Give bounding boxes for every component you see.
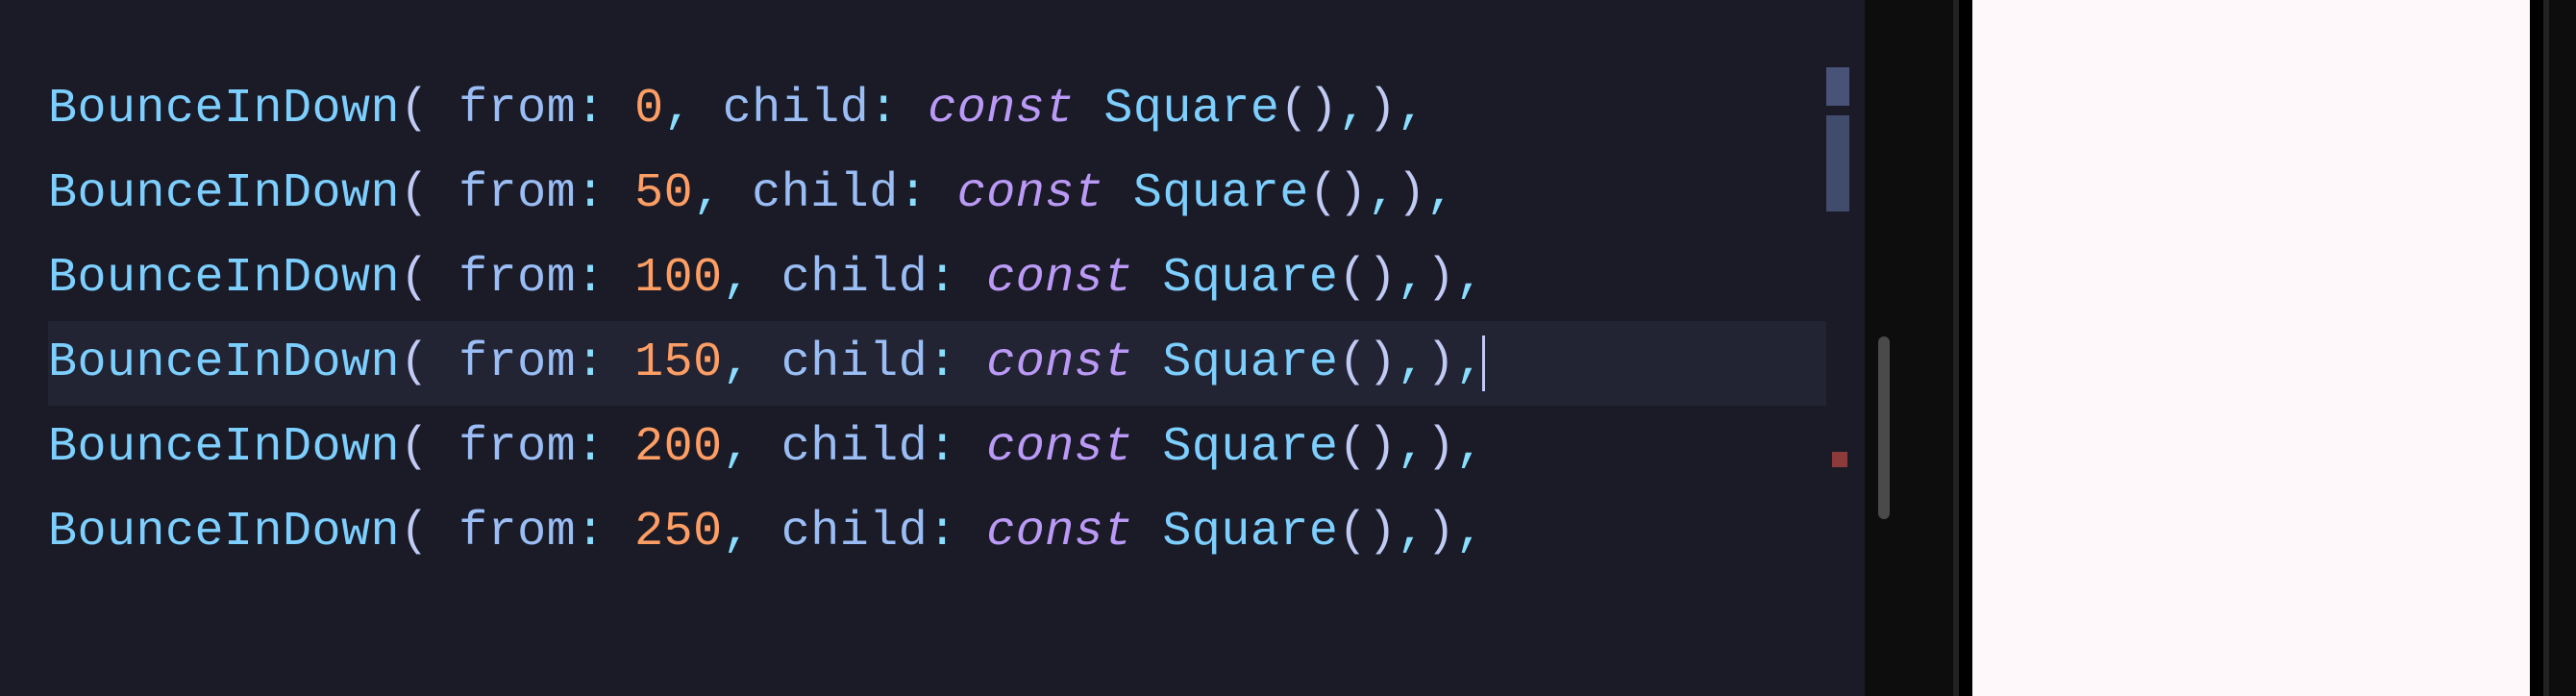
- code-line-active: BounceInDown( from: 150, child: const Sq…: [48, 321, 1865, 406]
- param-child: child: [781, 251, 929, 306]
- child-type: Square: [1133, 166, 1309, 221]
- from-value: 250: [634, 505, 723, 559]
- const-keyword: const: [957, 166, 1104, 221]
- param-child: child: [781, 420, 929, 475]
- from-value: 50: [634, 166, 693, 221]
- text-cursor: [1482, 336, 1485, 391]
- class-name: BounceInDown: [48, 336, 400, 390]
- child-type: Square: [1162, 251, 1338, 306]
- child-type: Square: [1162, 505, 1338, 559]
- from-value: 200: [634, 420, 723, 475]
- const-keyword: const: [986, 505, 1133, 559]
- param-from: from: [458, 420, 576, 475]
- param-child: child: [781, 505, 929, 559]
- minimap-content-indicator: [1826, 115, 1849, 211]
- class-name: BounceInDown: [48, 82, 400, 137]
- code-line: BounceInDown( from: 200, child: const Sq…: [48, 406, 1865, 490]
- class-name: BounceInDown: [48, 420, 400, 475]
- device-preview-pane: [1926, 0, 2576, 696]
- from-value: 150: [634, 336, 723, 390]
- code-line: BounceInDown( from: 100, child: const Sq…: [48, 236, 1865, 321]
- editor-gutter: [1853, 0, 1865, 696]
- param-child: child: [723, 82, 870, 137]
- from-value: 0: [634, 82, 664, 137]
- child-type: Square: [1162, 420, 1338, 475]
- scrollbar-thumb[interactable]: [1878, 336, 1890, 519]
- param-from: from: [458, 82, 576, 137]
- minimap-viewport-indicator: [1826, 67, 1849, 106]
- minimap-error-marker: [1832, 452, 1847, 467]
- const-keyword: const: [986, 420, 1133, 475]
- param-from: from: [458, 166, 576, 221]
- class-name: BounceInDown: [48, 505, 400, 559]
- param-from: from: [458, 251, 576, 306]
- class-name: BounceInDown: [48, 166, 400, 221]
- param-from: from: [458, 505, 576, 559]
- param-child: child: [752, 166, 899, 221]
- vertical-scrollbar[interactable]: [1865, 0, 1926, 696]
- code-line: BounceInDown( from: 50, child: const Squ…: [48, 152, 1865, 236]
- code-line: BounceInDown( from: 250, child: const Sq…: [48, 490, 1865, 575]
- param-from: from: [458, 336, 576, 390]
- class-name: BounceInDown: [48, 251, 400, 306]
- param-child: child: [781, 336, 929, 390]
- child-type: Square: [1162, 336, 1338, 390]
- from-value: 100: [634, 251, 723, 306]
- editor-minimap[interactable]: [1826, 0, 1853, 696]
- code-line: BounceInDown( from: 0, child: const Squa…: [48, 67, 1865, 152]
- const-keyword: const: [986, 336, 1133, 390]
- code-editor-pane[interactable]: BounceInDown( from: 0, child: const Squa…: [0, 0, 1865, 696]
- const-keyword: const: [986, 251, 1133, 306]
- const-keyword: const: [928, 82, 1075, 137]
- device-frame-border: [1953, 0, 2549, 696]
- child-type: Square: [1103, 82, 1279, 137]
- device-screen: [1972, 0, 2530, 696]
